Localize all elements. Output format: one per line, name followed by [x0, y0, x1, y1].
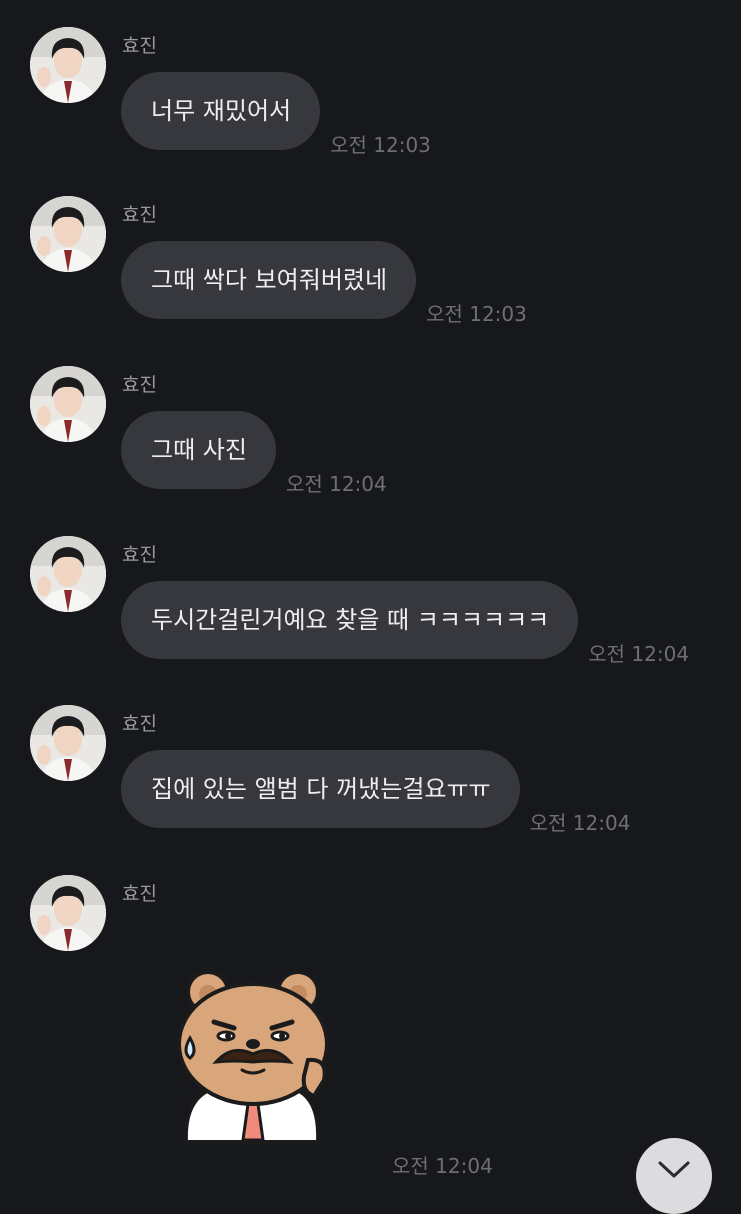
sender-name: 효진 [122, 204, 157, 226]
message-row: 집에 있는 앨범 다 꺼냈는걸요ㅠㅠ 오전 12:04 [121, 750, 630, 835]
message-row: 두시간걸린거예요 찾을 때 ㅋㅋㅋㅋㅋㅋ 오전 12:04 [121, 581, 689, 666]
avatar[interactable] [30, 875, 106, 951]
avatar[interactable] [30, 27, 106, 103]
message-bubble[interactable]: 그때 싹다 보여줘버렸네 [121, 241, 417, 319]
avatar[interactable] [30, 536, 106, 612]
scroll-to-bottom-button[interactable] [636, 1138, 712, 1214]
message-bubble[interactable]: 그때 사진 [121, 411, 276, 489]
message-row: 너무 재밌어서 오전 12:03 [121, 72, 431, 157]
message-row: 그때 사진 오전 12:04 [121, 411, 387, 496]
avatar[interactable] [30, 705, 106, 781]
message-bubble[interactable]: 너무 재밌어서 [121, 72, 321, 150]
sender-name: 효진 [122, 35, 157, 57]
sender-name: 효진 [122, 883, 157, 905]
message-bubble[interactable]: 집에 있는 앨범 다 꺼냈는걸요ㅠㅠ [121, 750, 520, 828]
message-time: 오전 12:04 [529, 811, 631, 835]
bear-mustache-sweat-sticker[interactable] [168, 970, 338, 1145]
message-time: 오전 12:03 [426, 302, 527, 326]
sender-name: 효진 [122, 544, 157, 566]
message-time: 오전 12:03 [330, 133, 431, 157]
sender-name: 효진 [122, 713, 157, 735]
avatar[interactable] [30, 366, 106, 442]
chevron-down-icon [658, 1161, 690, 1178]
message-time: 오전 12:04 [285, 472, 387, 496]
message-row: 그때 싹다 보여줘버렸네 오전 12:03 [121, 241, 527, 326]
chat-view: 효진 너무 재밌어서 오전 12:03 효진 그때 싹다 보여줘버렸네 오전 1… [0, 0, 741, 1214]
avatar[interactable] [30, 196, 106, 272]
message-bubble[interactable]: 두시간걸린거예요 찾을 때 ㅋㅋㅋㅋㅋㅋ [121, 581, 579, 659]
message-time: 오전 12:04 [392, 1154, 493, 1178]
message-time: 오전 12:04 [588, 642, 690, 666]
sender-name: 효진 [122, 374, 157, 396]
